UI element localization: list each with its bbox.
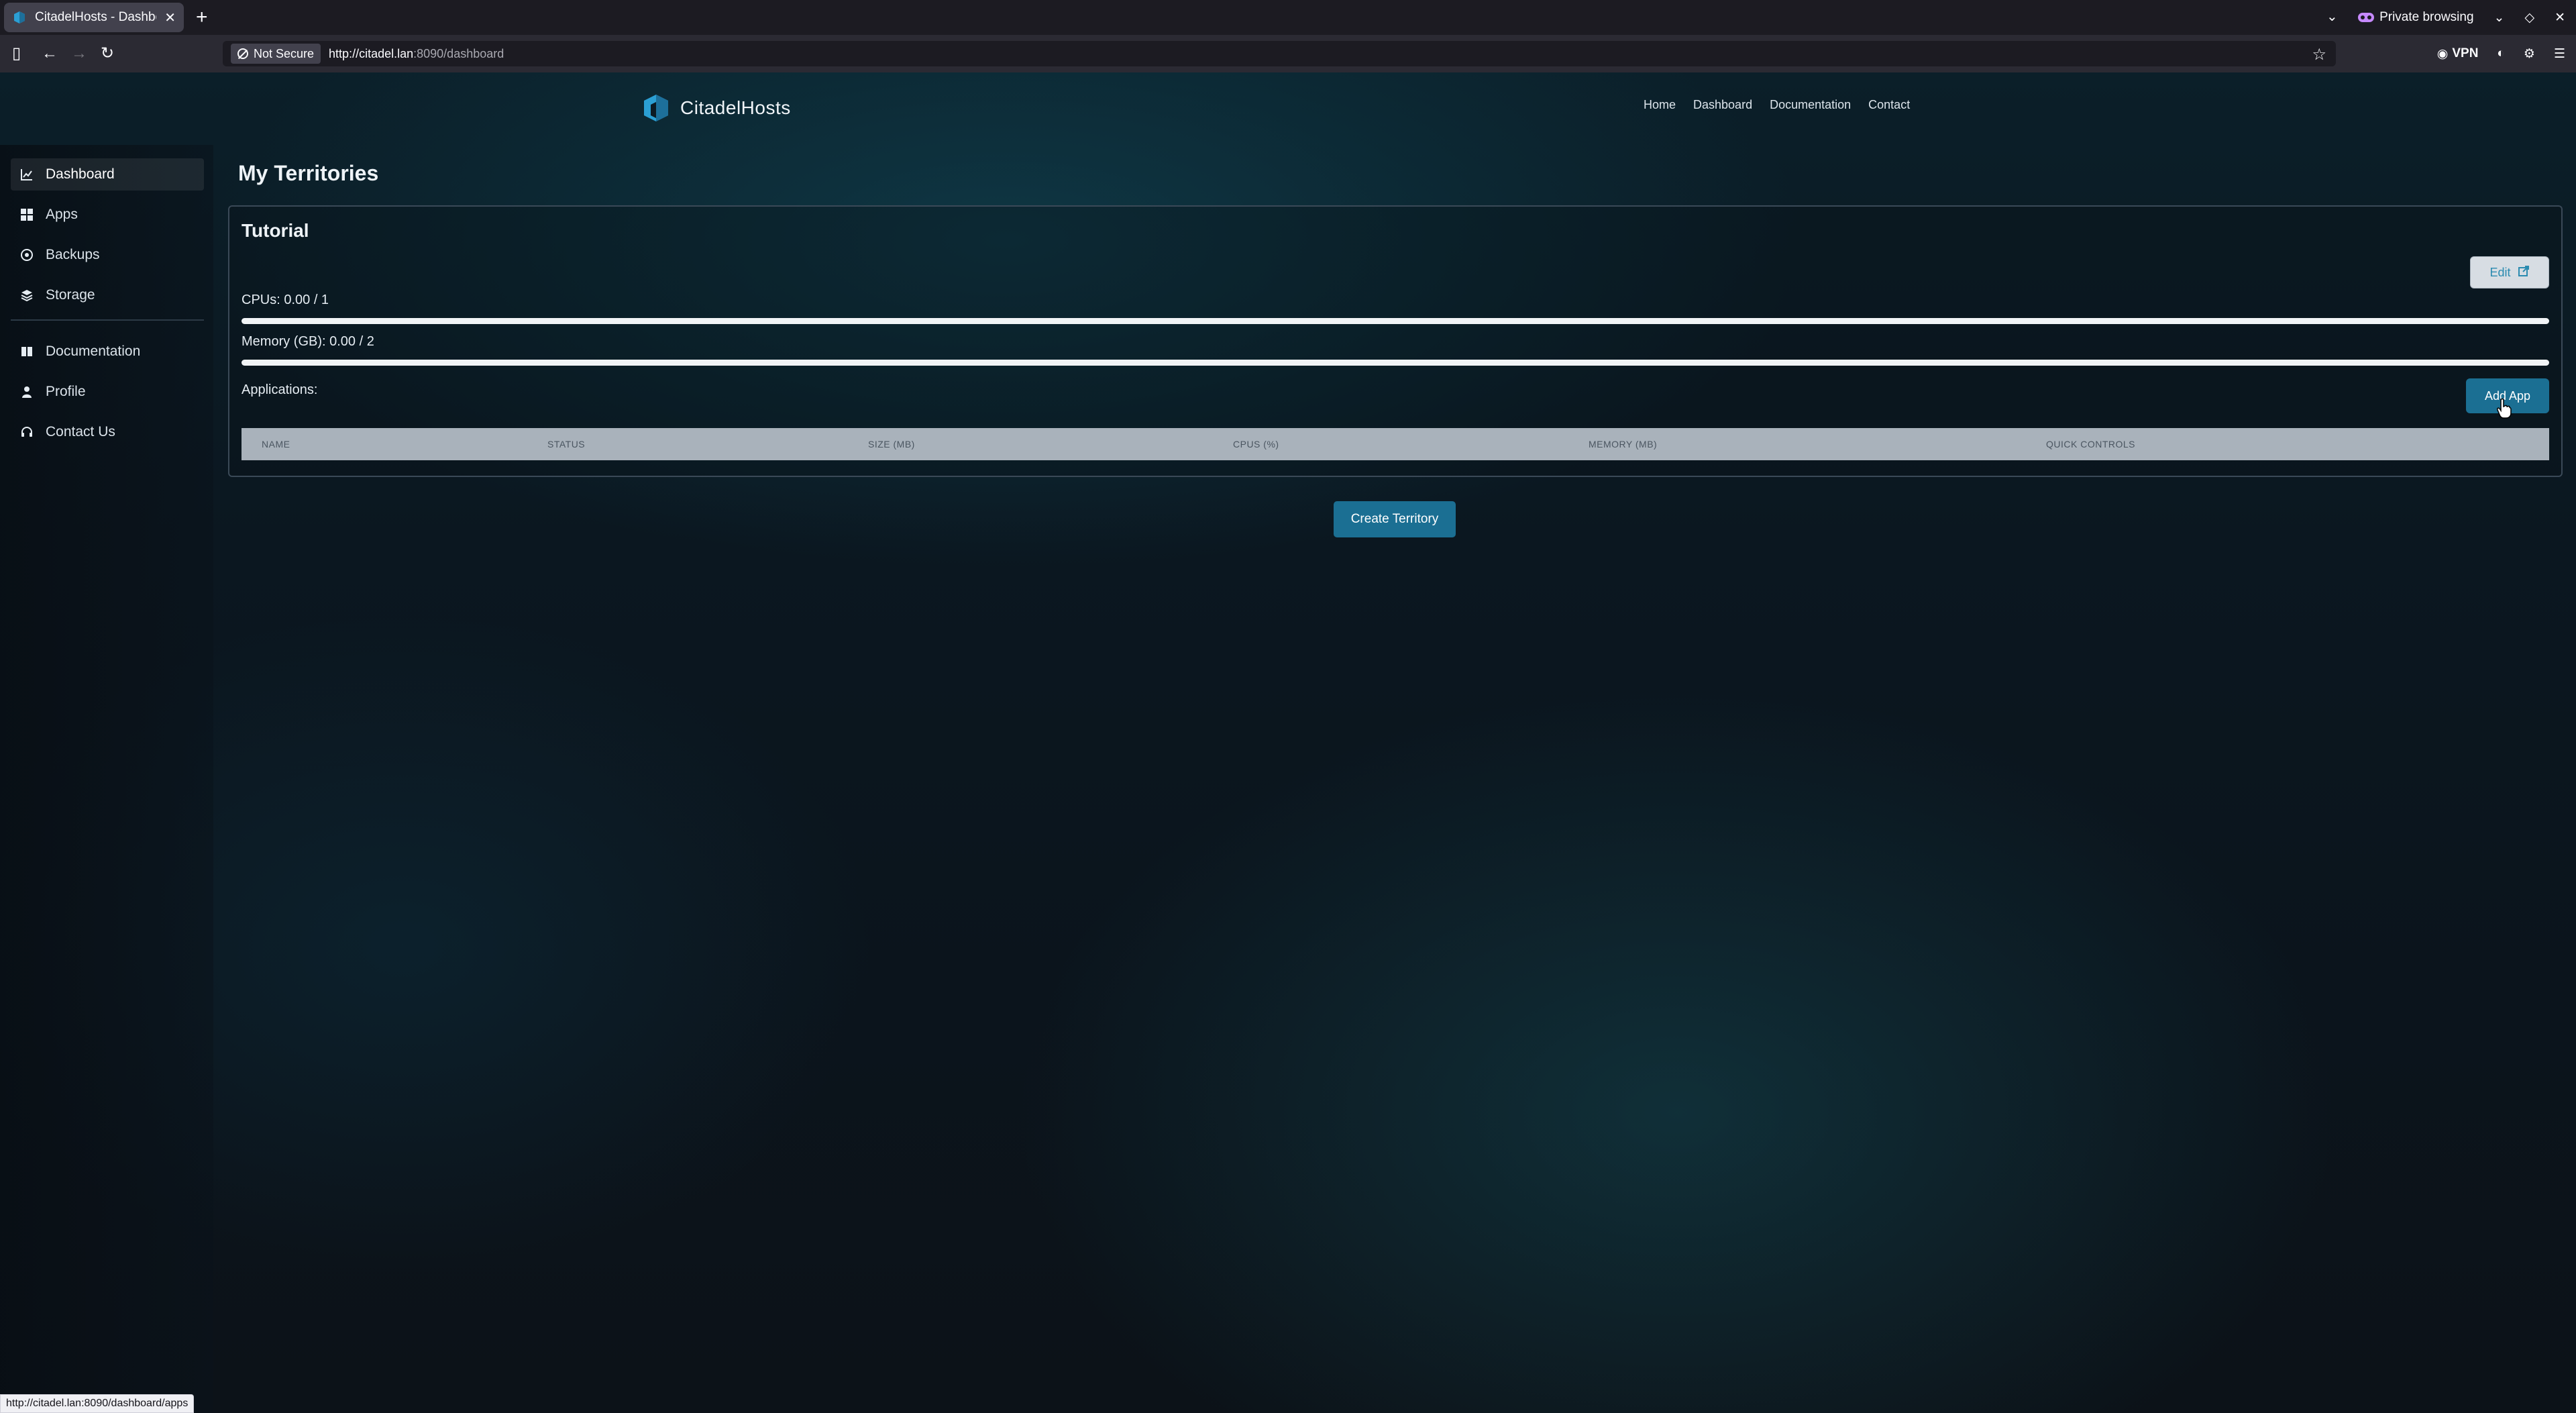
- forward-arrow-icon[interactable]: →: [71, 44, 87, 63]
- edit-button-label: Edit: [2489, 265, 2511, 279]
- sidebar-item-profile[interactable]: Profile: [11, 376, 204, 408]
- column-header-cpus[interactable]: CPUS (%): [1233, 439, 1279, 450]
- site-logo[interactable]: CitadelHosts: [641, 93, 791, 123]
- column-header-size[interactable]: SIZE (MB): [868, 439, 915, 450]
- memory-progress-bar: [241, 360, 2549, 366]
- sidebar-toggle-icon[interactable]: ▯: [12, 44, 21, 63]
- site-header: CitadelHosts Home Dashboard Documentatio…: [0, 72, 2576, 145]
- book-icon: [20, 345, 34, 358]
- sidebar-item-label: Dashboard: [46, 166, 115, 182]
- territory-name: Tutorial: [241, 220, 309, 241]
- page-title: My Territories: [238, 161, 379, 185]
- private-browsing-indicator: Private browsing: [2358, 10, 2474, 25]
- chart-line-icon: [20, 168, 34, 181]
- browser-status-bar: http://citadel.lan:8090/dashboard/apps: [0, 1394, 195, 1413]
- applications-label: Applications:: [241, 382, 318, 397]
- sidebar-item-contact-us[interactable]: Contact Us: [11, 416, 204, 448]
- url-text[interactable]: http://citadel.lan:8090/dashboard: [329, 47, 504, 61]
- edit-territory-button[interactable]: Edit: [2470, 256, 2549, 289]
- nav-link-contact[interactable]: Contact: [1868, 98, 1910, 112]
- close-window-icon[interactable]: ✕: [2555, 10, 2565, 25]
- brand-name: CitadelHosts: [680, 97, 791, 118]
- sidebar-item-storage[interactable]: Storage: [11, 279, 204, 311]
- nav-link-dashboard[interactable]: Dashboard: [1693, 98, 1752, 112]
- top-navigation: Home Dashboard Documentation Contact: [1644, 98, 1910, 112]
- territory-card: Tutorial Edit CPUs: 0.00 / 1 Memory (GB)…: [228, 205, 2563, 477]
- window-controls: Private browsing ⌄ ◇ ✕: [2358, 0, 2565, 35]
- sidebar-item-apps[interactable]: Apps: [11, 199, 204, 231]
- column-header-name[interactable]: NAME: [262, 439, 290, 450]
- create-territory-button[interactable]: Create Territory: [1334, 501, 1456, 537]
- new-tab-button[interactable]: +: [196, 5, 208, 30]
- sidebar-item-label: Profile: [46, 384, 86, 399]
- private-browsing-label: Private browsing: [2379, 10, 2474, 24]
- url-path: :8090/dashboard: [413, 46, 504, 60]
- private-mask-icon: [2358, 13, 2375, 22]
- reload-icon[interactable]: ↻: [101, 44, 114, 63]
- vpn-label: VPN: [2452, 46, 2479, 60]
- page: CitadelHosts Home Dashboard Documentatio…: [0, 72, 2576, 1413]
- sidebar-item-dashboard[interactable]: Dashboard: [11, 158, 204, 191]
- memory-usage-label: Memory (GB): 0.00 / 2: [241, 334, 374, 349]
- vpn-icon: ◉: [2436, 46, 2449, 61]
- url-bar[interactable]: Not Secure http://citadel.lan:8090/dashb…: [223, 41, 2336, 66]
- citadel-favicon-icon: [12, 10, 27, 25]
- vpn-button[interactable]: ◉ VPN: [2437, 46, 2479, 62]
- bookmark-star-icon[interactable]: ☆: [2312, 45, 2326, 64]
- sidebar-item-label: Documentation: [46, 344, 141, 359]
- column-header-quick-controls[interactable]: QUICK CONTROLS: [2046, 439, 2135, 450]
- account-icon[interactable]: ◐: [2497, 46, 2504, 61]
- hand-pointer-cursor-icon: [2497, 398, 2512, 419]
- browser-tab-bar: CitadelHosts - Dashboard ✕ + ⌄ Private b…: [0, 0, 2576, 35]
- not-secure-icon: [237, 48, 248, 59]
- applications-table-header: NAME STATUS SIZE (MB) CPUS (%) MEMORY (M…: [241, 428, 2549, 460]
- chevron-down-icon[interactable]: ⌄: [2494, 10, 2505, 25]
- sidebar-item-label: Storage: [46, 287, 95, 303]
- cpu-progress-bar: [241, 318, 2549, 324]
- sidebar-item-backups[interactable]: Backups: [11, 239, 204, 271]
- sidebar-item-label: Apps: [46, 207, 78, 222]
- tab-list-chevron-icon[interactable]: ⌄: [2326, 8, 2338, 25]
- close-tab-icon[interactable]: ✕: [164, 9, 176, 26]
- sidebar-item-label: Contact Us: [46, 424, 115, 439]
- external-edit-icon: [2518, 265, 2530, 280]
- user-icon: [20, 385, 34, 399]
- url-host: http://citadel.lan: [329, 46, 414, 60]
- column-header-status[interactable]: STATUS: [547, 439, 585, 450]
- tab-title: CitadelHosts - Dashboard: [35, 10, 156, 24]
- nav-link-home[interactable]: Home: [1644, 98, 1676, 112]
- column-header-memory[interactable]: MEMORY (MB): [1589, 439, 1657, 450]
- not-secure-badge[interactable]: Not Secure: [231, 44, 321, 64]
- headset-icon: [20, 425, 34, 439]
- minimize-window-icon[interactable]: ◇: [2524, 10, 2534, 25]
- cpu-usage-label: CPUs: 0.00 / 1: [241, 293, 329, 307]
- sidebar: Dashboard Apps Backups Storage Documenta…: [0, 145, 213, 1413]
- extensions-icon[interactable]: ⚙: [2524, 46, 2535, 62]
- back-arrow-icon[interactable]: ←: [42, 44, 58, 63]
- sidebar-item-label: Backups: [46, 247, 100, 262]
- browser-toolbar-right: ◉ VPN ◐ ⚙ ☰: [2437, 35, 2565, 72]
- citadel-logo-icon: [641, 93, 671, 123]
- layers-icon: [20, 289, 34, 302]
- sidebar-item-documentation[interactable]: Documentation: [11, 335, 204, 368]
- browser-tab[interactable]: CitadelHosts - Dashboard ✕: [4, 3, 184, 32]
- backup-icon: [20, 248, 34, 262]
- menu-icon[interactable]: ☰: [2554, 46, 2565, 62]
- grid-icon: [20, 208, 34, 221]
- nav-link-documentation[interactable]: Documentation: [1770, 98, 1851, 112]
- sidebar-divider: [11, 319, 204, 321]
- not-secure-label: Not Secure: [254, 46, 315, 60]
